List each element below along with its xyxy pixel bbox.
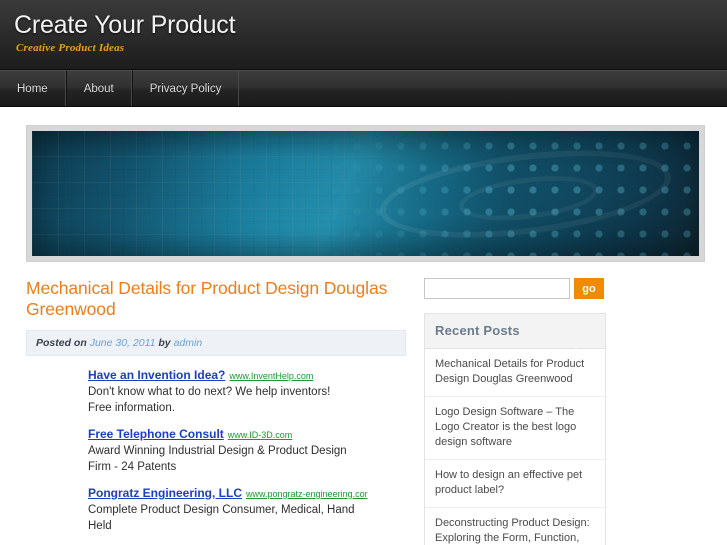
post-meta: Posted on June 30, 2011 by admin xyxy=(26,330,406,356)
recent-posts-heading: Recent Posts xyxy=(425,314,605,349)
banner-image xyxy=(32,131,699,256)
ad-description: Don't know what to do next? We help inve… xyxy=(88,386,331,414)
list-item[interactable]: How to design an effective pet product l… xyxy=(425,460,605,508)
sidebar: go Recent Posts Mechanical Details for P… xyxy=(424,278,606,545)
ad-url-link[interactable]: www.InventHelp.com xyxy=(229,371,313,381)
list-item[interactable]: Mechanical Details for Product Design Do… xyxy=(425,349,605,397)
recent-posts-widget: Recent Posts Mechanical Details for Prod… xyxy=(424,313,606,545)
ad-url-link[interactable]: www.ID-3D.com xyxy=(228,430,293,440)
ad-headline-row: Pongratz Engineering, LLC www.pongratz-en… xyxy=(88,486,406,501)
search-form: go xyxy=(424,278,606,299)
ad-title-link[interactable]: Pongratz Engineering, LLC xyxy=(88,486,242,500)
ad-description: Complete Product Design Consumer, Medica… xyxy=(88,504,355,532)
search-go-button[interactable]: go xyxy=(574,278,604,299)
ad-title-link[interactable]: Free Telephone Consult xyxy=(88,427,224,441)
post-date-link[interactable]: June 30, 2011 xyxy=(90,337,156,349)
post-meta-prefix: Posted on xyxy=(36,337,87,349)
page-wrapper: Mechanical Details for Product Design Do… xyxy=(0,125,727,545)
ad-description: Award Winning Industrial Design & Produc… xyxy=(88,445,347,473)
banner-frame xyxy=(26,125,705,262)
search-input[interactable] xyxy=(424,278,570,299)
post-title[interactable]: Mechanical Details for Product Design Do… xyxy=(26,278,406,320)
header-inner: Create Your Product Creative Product Ide… xyxy=(0,0,727,55)
site-description: Creative Product Ideas xyxy=(16,42,125,54)
primary-navigation: Home About Privacy Policy xyxy=(0,70,727,107)
nav-item-privacy-policy[interactable]: Privacy Policy xyxy=(131,71,240,106)
ad-item: Have an Invention Idea? www.InventHelp.co… xyxy=(88,368,406,416)
site-title[interactable]: Create Your Product xyxy=(14,10,727,40)
list-item[interactable]: Deconstructing Product Design: Exploring… xyxy=(425,508,605,545)
content-columns: Mechanical Details for Product Design Do… xyxy=(0,262,727,545)
ad-headline-row: Free Telephone Consult www.ID-3D.com xyxy=(88,427,406,442)
list-item[interactable]: Logo Design Software – The Logo Creator … xyxy=(425,397,605,460)
nav-item-about[interactable]: About xyxy=(65,71,132,106)
site-header: Create Your Product Creative Product Ide… xyxy=(0,0,727,70)
ad-headline-row: Have an Invention Idea? www.InventHelp.co… xyxy=(88,368,406,383)
nav-item-home[interactable]: Home xyxy=(0,71,66,106)
nav-filler xyxy=(239,71,727,106)
post-meta-by: by xyxy=(158,337,171,349)
ad-item: Pongratz Engineering, LLC www.pongratz-en… xyxy=(88,486,406,534)
ad-title-link[interactable]: Have an Invention Idea? xyxy=(88,368,225,382)
recent-posts-list: Mechanical Details for Product Design Do… xyxy=(425,349,605,545)
ad-item: Free Telephone Consult www.ID-3D.com Awar… xyxy=(88,427,406,475)
ad-url-link[interactable]: www.pongratz-engineering.cor xyxy=(246,489,368,499)
banner-vignette xyxy=(32,131,699,256)
main-content-column: Mechanical Details for Product Design Do… xyxy=(26,278,406,545)
post-author-link[interactable]: admin xyxy=(174,337,203,349)
ad-unit: Have an Invention Idea? www.InventHelp.co… xyxy=(26,368,406,545)
